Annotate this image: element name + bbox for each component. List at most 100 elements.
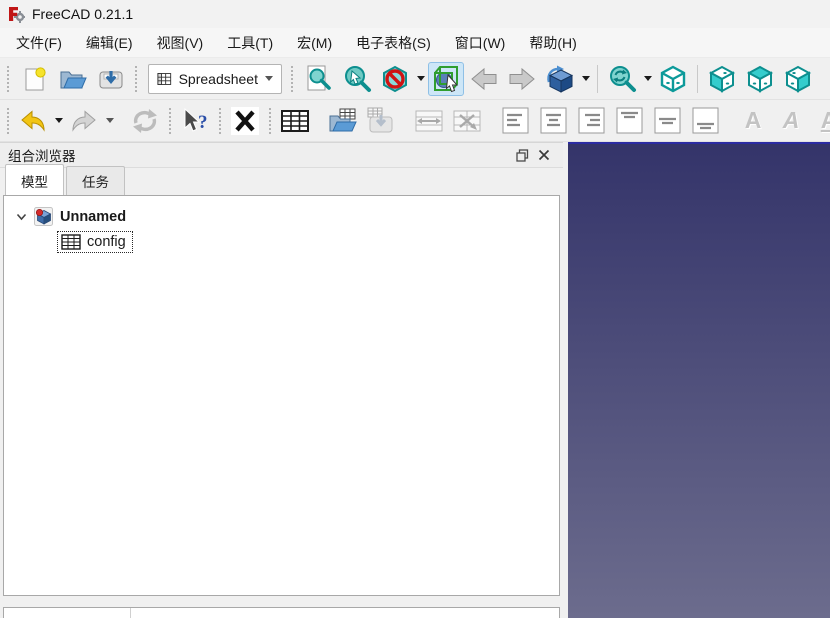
- style-underline-button[interactable]: A: [811, 104, 830, 138]
- merge-cells-icon: [415, 110, 443, 131]
- align-left-icon: [502, 107, 528, 134]
- navigate-back-button[interactable]: [466, 62, 502, 96]
- fit-all-button[interactable]: [301, 62, 337, 96]
- home-view-button[interactable]: [542, 62, 578, 96]
- right-view-button[interactable]: [780, 62, 816, 96]
- tree-item-focus-frame[interactable]: config: [57, 231, 133, 253]
- toolbar-row-2: ? A A A: [0, 100, 830, 142]
- redo-button[interactable]: [66, 104, 102, 138]
- merge-cells-button[interactable]: [411, 104, 447, 138]
- new-document-button[interactable]: [17, 62, 53, 96]
- combo-view-tabs: 模型 任务: [0, 164, 563, 195]
- main-area: 组合浏览器 模型 任务 Unnamed config: [0, 142, 830, 618]
- chevron-down-icon: [643, 76, 652, 81]
- toolbar-drag-handle[interactable]: [219, 107, 221, 134]
- navigate-forward-button[interactable]: [504, 62, 540, 96]
- undo-dropdown[interactable]: [52, 104, 65, 138]
- underline-icon: A: [820, 107, 830, 133]
- menu-windows[interactable]: 窗口(W): [443, 28, 518, 58]
- workbench-selector[interactable]: Spreadsheet: [148, 63, 282, 94]
- model-tree: Unnamed config: [3, 195, 560, 596]
- close-icon: [538, 149, 550, 161]
- top-view-button[interactable]: [742, 62, 778, 96]
- panel-close-button[interactable]: [533, 145, 555, 165]
- spreadsheet-icon: [61, 234, 81, 250]
- toolbar-separator: [597, 64, 598, 93]
- toolbar-separator: [697, 64, 698, 93]
- toolbar-drag-handle[interactable]: [135, 65, 139, 92]
- freecad-document-icon: [34, 207, 53, 226]
- property-editor: [3, 607, 560, 618]
- tree-item-config[interactable]: config: [4, 228, 559, 253]
- menu-macro[interactable]: 宏(M): [285, 28, 344, 58]
- box-element-selection-button[interactable]: [428, 61, 464, 96]
- save-document-icon: [99, 70, 123, 88]
- config-label: config: [87, 234, 126, 250]
- align-vcenter-button[interactable]: [649, 104, 685, 138]
- toolbar-drag-handle[interactable]: [7, 107, 9, 134]
- export-spreadsheet-button[interactable]: [363, 104, 399, 138]
- front-view-button[interactable]: [704, 62, 740, 96]
- menu-file[interactable]: 文件(F): [4, 28, 74, 58]
- property-name-column: [4, 608, 131, 618]
- freecad-logo-icon: [9, 7, 25, 23]
- menu-help[interactable]: 帮助(H): [517, 28, 588, 58]
- panel-float-button[interactable]: [511, 145, 533, 165]
- undo-icon: [21, 109, 45, 132]
- document-label: Unnamed: [60, 208, 127, 225]
- toolbar-drag-handle[interactable]: [291, 65, 295, 92]
- split-cell-button[interactable]: [449, 104, 485, 138]
- align-center-icon: [540, 107, 566, 134]
- expand-chevron-icon[interactable]: [16, 212, 27, 222]
- menu-tools[interactable]: 工具(T): [215, 28, 285, 58]
- draw-style-dropdown[interactable]: [414, 62, 427, 96]
- align-bottom-button[interactable]: [687, 104, 723, 138]
- draw-style-button[interactable]: [377, 62, 413, 96]
- home-view-cube-icon: [547, 65, 574, 93]
- zoom-button[interactable]: [604, 62, 640, 96]
- chevron-down-icon: [105, 118, 114, 123]
- zoom-dropdown[interactable]: [641, 62, 654, 96]
- menu-view[interactable]: 视图(V): [145, 28, 216, 58]
- whats-this-button[interactable]: ?: [177, 104, 213, 138]
- align-right-icon: [578, 107, 604, 134]
- align-center-button[interactable]: [535, 104, 571, 138]
- import-spreadsheet-icon: [329, 108, 357, 131]
- align-left-button[interactable]: [497, 104, 533, 138]
- tab-tasks[interactable]: 任务: [66, 166, 125, 195]
- axonometric-view-button[interactable]: [655, 62, 691, 96]
- spreadsheet-icon: [281, 109, 309, 132]
- align-right-button[interactable]: [573, 104, 609, 138]
- toolbar-drag-handle[interactable]: [269, 107, 271, 134]
- save-document-button[interactable]: [93, 62, 129, 96]
- style-bold-button[interactable]: A: [735, 104, 771, 138]
- menu-edit[interactable]: 编辑(E): [74, 28, 145, 58]
- axonometric-cube-icon: [660, 65, 686, 92]
- tree-item-document[interactable]: Unnamed: [4, 196, 559, 228]
- redo-dropdown[interactable]: [103, 104, 116, 138]
- menu-spreadsheet[interactable]: 电子表格(S): [344, 28, 443, 58]
- split-cell-icon: [453, 110, 481, 131]
- style-italic-button[interactable]: A: [773, 104, 809, 138]
- menu-bar: 文件(F) 编辑(E) 视图(V) 工具(T) 宏(M) 电子表格(S) 窗口(…: [0, 28, 830, 58]
- zoom-icon: [610, 65, 636, 92]
- tab-model[interactable]: 模型: [5, 164, 64, 195]
- close-x-icon: [231, 106, 259, 135]
- fit-selection-button[interactable]: [339, 62, 375, 96]
- toolbar-drag-handle[interactable]: [7, 65, 11, 92]
- home-view-dropdown[interactable]: [579, 62, 592, 96]
- refresh-button[interactable]: [127, 104, 163, 138]
- create-spreadsheet-button[interactable]: [277, 104, 313, 138]
- spreadsheet-workbench-icon: [157, 72, 172, 85]
- fit-selection-icon: [345, 65, 371, 92]
- delete-button[interactable]: [227, 104, 263, 138]
- new-document-icon: [25, 66, 46, 90]
- whats-this-icon: ?: [184, 107, 208, 133]
- align-top-button[interactable]: [611, 104, 647, 138]
- import-spreadsheet-button[interactable]: [325, 104, 361, 138]
- undo-button[interactable]: [15, 104, 51, 138]
- open-document-button[interactable]: [55, 62, 91, 96]
- toolbar-drag-handle[interactable]: [169, 107, 171, 134]
- viewport[interactable]: [568, 142, 830, 618]
- arrow-right-icon: [509, 67, 535, 90]
